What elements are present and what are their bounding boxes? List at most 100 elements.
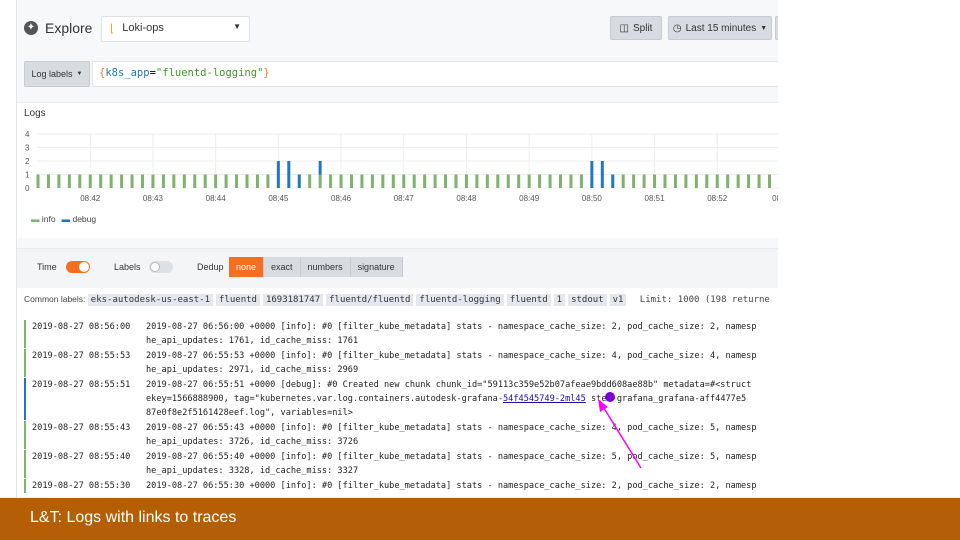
log-timestamp: 2019-08-27 08:55:53 [32, 351, 131, 361]
log-line: 2019-08-27 06:55:30 +0000 [info]: #0 [fi… [146, 481, 757, 491]
bar-info [621, 174, 625, 188]
log-message: 2019-08-27 06:55:43 +0000 [info]: #0 [fi… [146, 421, 757, 449]
bar-info [569, 174, 573, 188]
bar-info [57, 174, 61, 188]
y-tick-label: 1 [25, 171, 30, 180]
bar-info [67, 174, 71, 188]
log-line: ekey=1566888900, tag="kubernetes.var.log… [146, 394, 503, 404]
bar-info [151, 174, 155, 188]
bar-info [308, 174, 312, 188]
datasource-picker[interactable]: ⌊ Loki-ops ▼ [101, 16, 250, 42]
log-message: 2019-08-27 06:55:51 +0000 [debug]: #0 Cr… [146, 378, 751, 420]
bar-info [705, 174, 709, 188]
legend-info-label: info [41, 214, 56, 224]
log-message: 2019-08-27 06:55:40 +0000 [info]: #0 [fi… [146, 450, 757, 478]
log-line: 2019-08-27 06:55:43 +0000 [info]: #0 [fi… [146, 423, 757, 433]
dedup-none[interactable]: none [229, 257, 265, 277]
labels-toggle[interactable] [149, 261, 173, 273]
log-timestamp: 2019-08-27 08:55:43 [32, 423, 131, 433]
bar-info [235, 174, 239, 188]
dedup-signature[interactable]: signature [350, 257, 403, 277]
bar-info [245, 174, 249, 188]
bar-info [538, 174, 542, 188]
dedup-exact[interactable]: exact [264, 257, 301, 277]
logs-graph-panel: Logs 0 1 2 3 4 08:42 08:43 08:44 08:45 08:46 08:47… [17, 102, 778, 238]
query-input[interactable]: {k8s_app="fluentd-logging"} [92, 61, 778, 87]
x-tick-label: 08:45 [268, 194, 289, 203]
common-labels-title: Common labels: [24, 294, 86, 304]
bar-debug [276, 161, 280, 188]
bar-info [214, 174, 218, 188]
bar-info [141, 174, 144, 188]
x-tick-label: 08:46 [331, 194, 352, 203]
common-label-tag: stdout [568, 294, 607, 306]
loki-logo-icon: ⌊ [110, 23, 115, 35]
bar-info [402, 174, 406, 188]
y-tick-label: 2 [25, 157, 30, 166]
time-toggle[interactable] [66, 261, 90, 273]
log-line: sted-grafana_grafana-aff4477e5 [585, 394, 747, 404]
time-range-picker[interactable]: ◷ Last 15 minutes ▼ [668, 16, 772, 40]
bar-debug [287, 161, 291, 188]
log-line: he_api_updates: 1761, id_cache_miss: 176… [146, 336, 359, 346]
label-value: "fluentd-logging" [155, 67, 264, 79]
bar-info [527, 174, 531, 188]
x-tick-label: 08:47 [394, 194, 415, 203]
legend-debug[interactable]: ▬ debug [62, 214, 97, 224]
datasource-name: Loki-ops [122, 22, 164, 34]
bar-info [496, 174, 500, 188]
legend-info[interactable]: ▬ info [31, 214, 56, 224]
common-label-tag: 1693181747 [262, 294, 324, 306]
label-key: k8s_app [105, 67, 150, 79]
common-label-tag: eks-autodesk-us-east-1 [87, 294, 214, 306]
log-labels-button[interactable]: Log labels ▼ [24, 61, 90, 87]
bar-info [224, 174, 228, 188]
common-label-tag: fluentd/fluentd [326, 294, 414, 306]
bar-info [433, 174, 437, 188]
refresh-button[interactable] [775, 16, 778, 40]
bar-info [726, 174, 730, 188]
time-range-label: Last 15 minutes [685, 22, 757, 34]
bar-info [423, 174, 427, 188]
bar-info [350, 174, 353, 188]
log-line: 2019-08-27 06:55:53 +0000 [info]: #0 [fi… [146, 351, 757, 361]
split-icon: ◫ [619, 22, 629, 34]
log-row[interactable]: 2019-08-27 08:55:51 2019-08-27 06:55:51 +… [24, 378, 778, 420]
dedup-numbers[interactable]: numbers [300, 257, 351, 277]
log-row[interactable]: 2019-08-27 08:55:53 2019-08-27 06:55:53 +… [24, 349, 778, 377]
log-line: he_api_updates: 3726, id_cache_miss: 372… [146, 437, 359, 447]
log-row[interactable]: 2019-08-27 08:56:00 2019-08-27 06:56:00 +… [24, 320, 778, 348]
bar-info [736, 174, 740, 188]
log-message: 2019-08-27 06:55:30 +0000 [info]: #0 [fi… [146, 479, 757, 493]
common-label-tag: v1 [609, 294, 627, 306]
bar-info [360, 174, 364, 188]
bar-info [694, 174, 698, 188]
bar-info [120, 174, 124, 188]
labels-toggle-label: Labels [114, 262, 141, 272]
log-row[interactable]: 2019-08-27 08:55:43 2019-08-27 06:55:43 +… [24, 421, 778, 449]
bar-info [684, 174, 688, 188]
bar-info [517, 174, 521, 188]
chevron-down-icon: ▼ [76, 71, 83, 77]
chevron-down-icon: ▼ [760, 24, 768, 32]
slide-caption: L&T: Logs with links to traces [0, 498, 960, 540]
bar-info [370, 174, 374, 188]
bar-info [768, 174, 771, 188]
bar-info [36, 174, 40, 188]
log-row[interactable]: 2019-08-27 08:55:30 2019-08-27 06:55:30 +… [24, 479, 778, 493]
brace: } [263, 67, 270, 79]
log-row[interactable]: 2019-08-27 08:55:40 2019-08-27 06:55:40 +… [24, 450, 778, 478]
bar-debug [318, 161, 322, 175]
bar-info [78, 174, 82, 188]
split-button[interactable]: ◫ Split [610, 16, 662, 40]
log-line: 87e0f8e2f5161428eef.log", variables=nil> [146, 408, 353, 418]
legend: ▬ info ▬ debug [31, 214, 96, 224]
trace-link[interactable]: 54f4545749-2ml45 [503, 394, 586, 404]
log-line: he_api_updates: 3328, id_cache_miss: 332… [146, 466, 359, 476]
bar-info [203, 174, 207, 188]
log-line: 2019-08-27 06:56:00 +0000 [info]: #0 [fi… [146, 322, 757, 332]
x-tick-label: 08:44 [206, 194, 227, 203]
bar-info [548, 174, 552, 188]
bar-debug [600, 161, 604, 188]
x-tick-label: 08:5 [772, 194, 778, 203]
